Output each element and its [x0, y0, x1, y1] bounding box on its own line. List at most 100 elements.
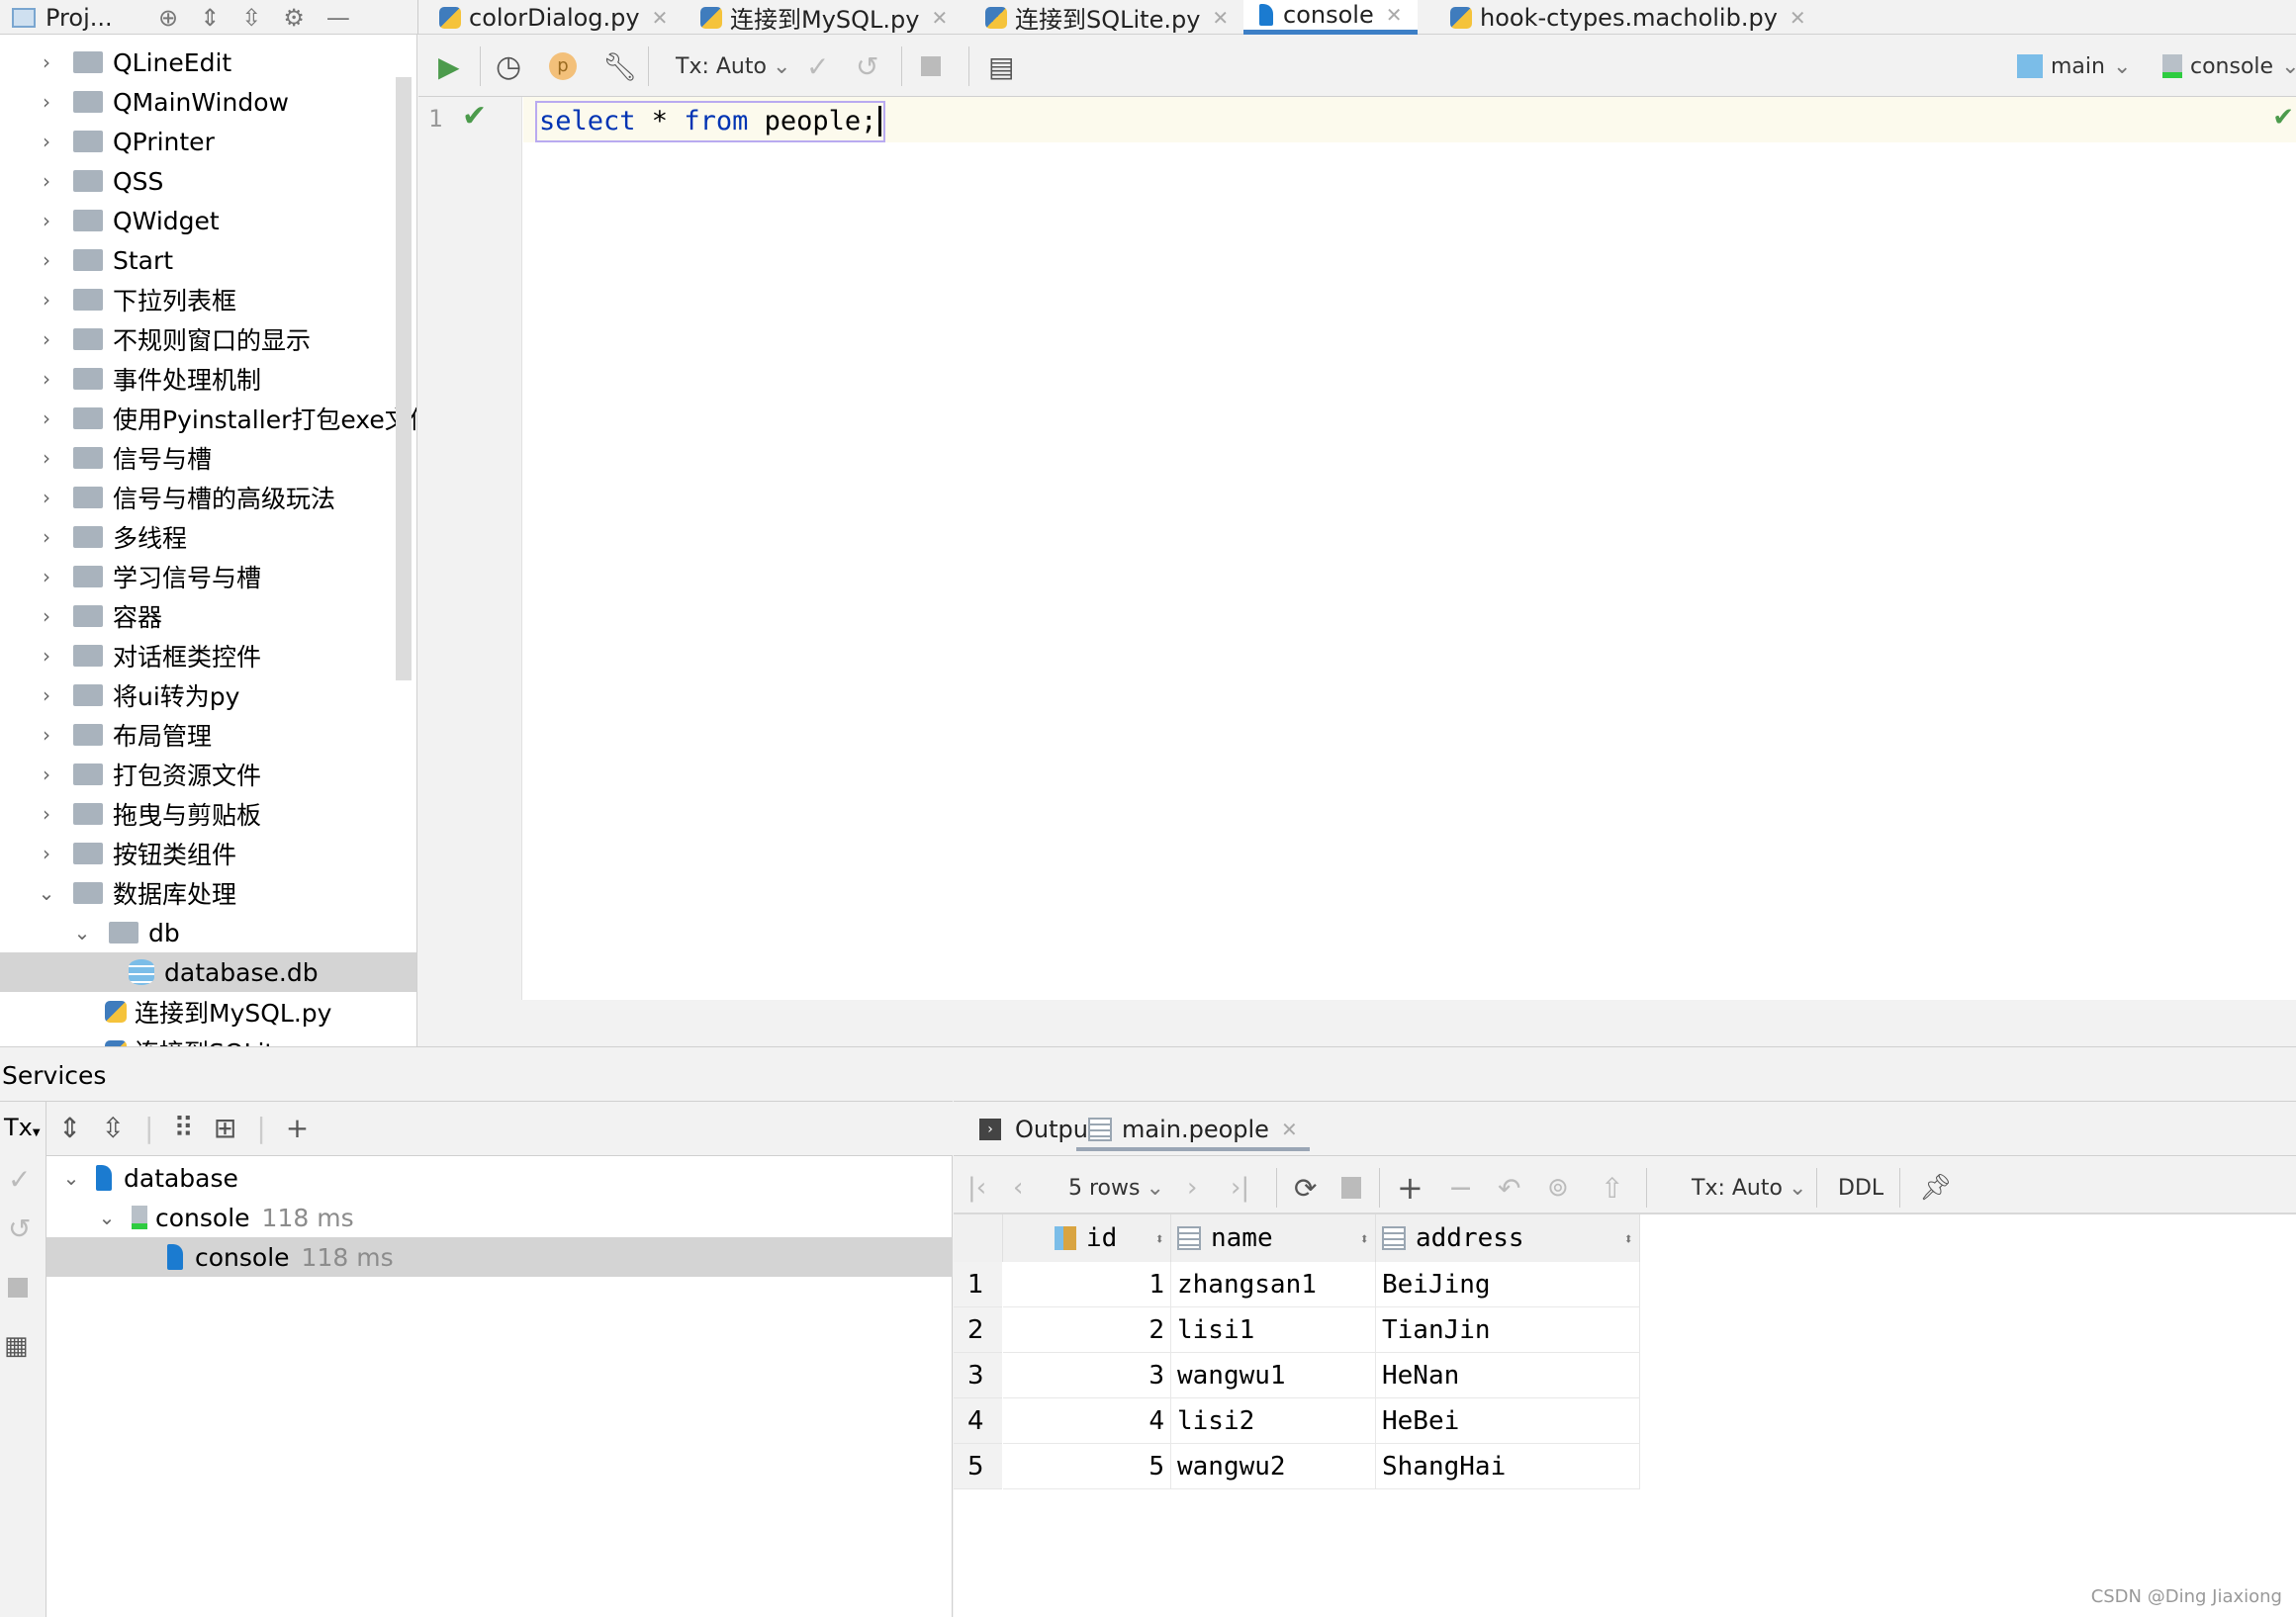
row-number[interactable]: 2	[954, 1307, 1002, 1353]
stop-icon[interactable]	[8, 1278, 28, 1298]
delete-row-icon[interactable]: −	[1448, 1168, 1473, 1208]
table-cell-id[interactable]: 2	[1003, 1307, 1171, 1353]
project-tree-item[interactable]: 连接到MySQL.py	[105, 992, 331, 1032]
table-cell-address[interactable]: BeiJing	[1376, 1262, 1640, 1307]
chevron-right-icon[interactable]: ›	[34, 604, 59, 628]
table-cell-name[interactable]: wangwu2	[1171, 1444, 1376, 1489]
refresh-icon[interactable]: ⟳	[1294, 1168, 1317, 1208]
project-tree-item[interactable]: › 按钮类组件	[34, 834, 236, 873]
table-cell-name[interactable]: lisi1	[1171, 1307, 1376, 1353]
next-page-icon[interactable]: ›	[1187, 1168, 1197, 1208]
sort-icon[interactable]: ⬍	[1623, 1229, 1633, 1248]
table-cell-address[interactable]: ShangHai	[1376, 1444, 1640, 1489]
chevron-right-icon[interactable]: ›	[34, 446, 59, 470]
chevron-right-icon[interactable]: ›	[34, 406, 59, 430]
submit-icon[interactable]: ⇧	[1601, 1168, 1623, 1208]
row-number[interactable]: 1	[954, 1262, 1002, 1307]
project-tree-item[interactable]: › QLineEdit	[34, 43, 231, 82]
explain-plan-icon[interactable]: p	[549, 46, 577, 86]
project-tree-item[interactable]: › 打包资源文件	[34, 755, 261, 794]
history-icon[interactable]: ◷	[496, 46, 521, 86]
project-tree-item[interactable]: ⌄ db	[69, 913, 180, 952]
chevron-right-icon[interactable]: ›	[34, 288, 59, 312]
minimize-icon[interactable]: —	[326, 4, 350, 32]
chevron-right-icon[interactable]: ›	[34, 130, 59, 153]
commit-icon[interactable]: ✓	[806, 46, 829, 86]
stop-icon[interactable]	[1341, 1168, 1361, 1208]
project-tree-item[interactable]: › 信号与槽的高级玩法	[34, 478, 335, 517]
sort-icon[interactable]: ⬍	[1359, 1229, 1369, 1248]
service-item-console[interactable]: console 118 ms	[46, 1237, 953, 1277]
chevron-right-icon[interactable]: ›	[34, 723, 59, 747]
schema-selector[interactable]: main ⌄	[2017, 46, 2131, 86]
project-tool-tab[interactable]: Proj...	[12, 0, 113, 35]
table-cell-id[interactable]: 5	[1003, 1444, 1171, 1489]
tab-main-people[interactable]: main.people ✕	[1076, 1112, 1310, 1151]
tx-button[interactable]: Tx▼	[4, 1114, 41, 1141]
last-page-icon[interactable]: ›|	[1231, 1168, 1249, 1208]
close-icon[interactable]: ✕	[931, 6, 948, 30]
output-table-icon[interactable]: ▤	[988, 46, 1014, 86]
session-selector[interactable]: console ⌄	[2162, 46, 2296, 86]
tab-sqlite[interactable]: 连接到SQLite.py ✕	[985, 0, 1229, 35]
project-tree-item[interactable]: › 容器	[34, 596, 162, 636]
project-tree-item[interactable]: › 将ui转为py	[34, 675, 239, 715]
chevron-right-icon[interactable]: ›	[34, 525, 59, 549]
project-tree-item[interactable]: › 不规则窗口的显示	[34, 319, 311, 359]
sort-icon[interactable]: ⬍	[1154, 1229, 1164, 1248]
close-icon[interactable]: ✕	[1386, 3, 1403, 27]
chevron-right-icon[interactable]: ›	[34, 486, 59, 509]
chevron-down-icon[interactable]: ⌄	[58, 1166, 84, 1190]
chevron-right-icon[interactable]: ›	[34, 565, 59, 588]
project-tree-item[interactable]: › Start	[34, 240, 173, 280]
locate-icon[interactable]: ⊕	[158, 4, 178, 32]
service-item-database[interactable]: ⌄ database	[46, 1158, 953, 1198]
chevron-right-icon[interactable]: ›	[34, 683, 59, 707]
tx-mode-dropdown[interactable]: Tx: Auto ⌄	[1692, 1168, 1806, 1208]
tab-hook-ctypes[interactable]: hook-ctypes.macholib.py ✕	[1450, 0, 1806, 35]
chevron-right-icon[interactable]: ›	[34, 802, 59, 826]
tab-console[interactable]: console ✕	[1243, 0, 1419, 35]
table-cell-id[interactable]: 1	[1003, 1262, 1171, 1307]
revert-icon[interactable]: ↶	[1498, 1168, 1520, 1208]
layout-icon[interactable]: ▦	[4, 1331, 29, 1361]
rollback-icon[interactable]: ↺	[856, 46, 878, 86]
table-cell-id[interactable]: 3	[1003, 1353, 1171, 1398]
project-tree-item[interactable]: › 事件处理机制	[34, 359, 261, 399]
project-tree-item[interactable]: ⌄ 数据库处理	[34, 873, 236, 913]
project-tree-item[interactable]: › 下拉列表框	[34, 280, 236, 319]
project-tree-item[interactable]: › QPrinter	[34, 122, 215, 161]
stop-icon[interactable]	[921, 46, 941, 86]
project-tree-item[interactable]: › 布局管理	[34, 715, 212, 755]
tab-colorDialog[interactable]: colorDialog.py ✕	[439, 0, 668, 35]
project-tree-item[interactable]: › 拖曳与剪贴板	[34, 794, 261, 834]
project-tree-item[interactable]: › QMainWindow	[34, 82, 289, 122]
close-icon[interactable]: ✕	[1212, 6, 1229, 30]
column-header-id[interactable]: id ⬍	[1003, 1214, 1171, 1262]
add-row-icon[interactable]: +	[1397, 1168, 1424, 1208]
table-cell-id[interactable]: 4	[1003, 1398, 1171, 1444]
chevron-right-icon[interactable]: ›	[34, 169, 59, 193]
column-header-name[interactable]: name ⬍	[1171, 1214, 1376, 1262]
table-cell-address[interactable]: HeNan	[1376, 1353, 1640, 1398]
project-tree-item[interactable]: › QSS	[34, 161, 163, 201]
service-item-console-session[interactable]: ⌄ console 118 ms	[46, 1198, 953, 1237]
project-tree-item[interactable]: › 学习信号与槽	[34, 557, 261, 596]
expand-all-icon[interactable]: ⇕	[58, 1112, 81, 1144]
chevron-right-icon[interactable]: ›	[34, 327, 59, 351]
page-size-dropdown[interactable]: 5 rows ⌄	[1068, 1168, 1164, 1208]
tab-mysql[interactable]: 连接到MySQL.py ✕	[700, 0, 948, 35]
chevron-down-icon[interactable]: ⌄	[94, 1206, 120, 1229]
chevron-right-icon[interactable]: ›	[34, 763, 59, 786]
prev-page-icon[interactable]: ‹	[1013, 1168, 1023, 1208]
table-cell-name[interactable]: lisi2	[1171, 1398, 1376, 1444]
project-tree-item[interactable]: 连接到SQLite.py	[105, 1032, 327, 1046]
sql-code[interactable]: select * from people;	[535, 101, 886, 142]
close-icon[interactable]: ✕	[1281, 1118, 1298, 1141]
table-cell-name[interactable]: wangwu1	[1171, 1353, 1376, 1398]
chevron-down-icon[interactable]: ⌄	[69, 921, 95, 944]
scrollbar[interactable]	[396, 77, 412, 680]
chevron-down-icon[interactable]: ⌄	[34, 881, 59, 905]
chevron-right-icon[interactable]: ›	[34, 842, 59, 865]
close-icon[interactable]: ✕	[652, 6, 669, 30]
